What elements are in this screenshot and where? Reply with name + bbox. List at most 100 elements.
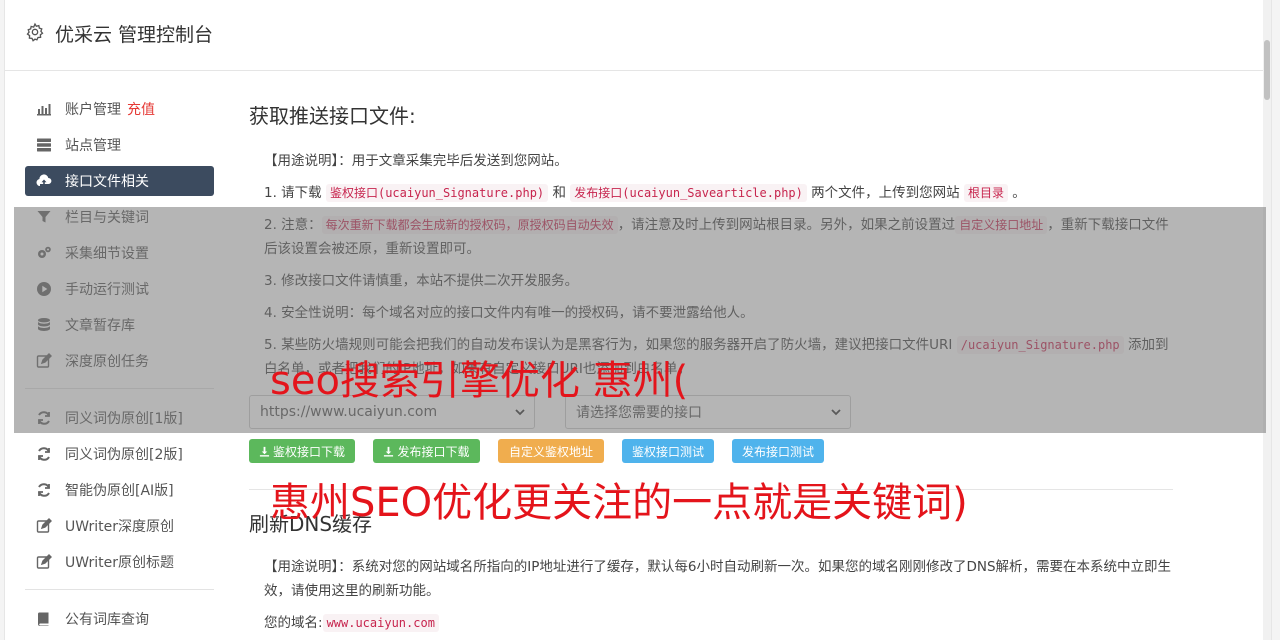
dns-usage-label: 【用途说明】: [264, 559, 339, 575]
sidebar-item-label: 采集细节设置: [65, 246, 149, 262]
test-publish-button[interactable]: 发布接口测试: [732, 439, 824, 463]
sidebar-item-deep-original[interactable]: 深度原创任务: [25, 346, 214, 376]
download-icon: [384, 446, 394, 457]
sidebar-item-synonym-v1[interactable]: 同义词伪原创[1版]: [25, 403, 214, 433]
sidebar-item-label: 账户管理: [65, 102, 121, 118]
gear-icon: [26, 22, 44, 42]
page-title: 优采云 管理控制台: [55, 24, 214, 46]
sidebar-item-label: UWriter原创标题: [65, 555, 174, 571]
root-dir-code: 根目录: [963, 184, 1008, 202]
main-content: 获取推送接口文件: 【用途说明】：用于文章采集完毕后发送到您网站。 1. 请下载…: [249, 100, 1173, 640]
step-2: 2. 注意： 每次重新下载都会生成新的授权码，原授权码自动失效 ，请注意及时上传到网…: [249, 213, 1173, 261]
sidebar-item-article-store[interactable]: 文章暂存库: [25, 310, 214, 340]
edit-icon: [36, 554, 52, 570]
step-1: 1. 请下载 鉴权接口(ucaiyun_Signature.php) 和 发布接…: [249, 181, 1173, 205]
button-row: 鉴权接口下载 发布接口下载 自定义鉴权地址 鉴权接口测试 发布接口测试: [249, 439, 1173, 463]
sidebar-item-label: 同义词伪原创[2版]: [65, 447, 183, 463]
sidebar-item-ai-rewrite[interactable]: 智能伪原创[AI版]: [25, 475, 214, 505]
step-3: 3. 修改接口文件请慎重，本站不提供二次开发服务。: [264, 273, 579, 289]
custom-api-address-code: 自定义接口地址: [955, 216, 1048, 234]
sidebar-item-synonym-v2[interactable]: 同义词伪原创[2版]: [25, 439, 214, 469]
sidebar-item-uwriter-title[interactable]: UWriter原创标题: [25, 547, 214, 577]
refresh-icon: [36, 410, 52, 426]
step-5: 5. 某些防火墙规则可能会把我们的自动发布误认为是黑客行为，如果您的服务器开启了…: [249, 333, 1173, 381]
edit-icon: [36, 353, 52, 369]
sidebar-item-sites[interactable]: 站点管理: [25, 130, 214, 160]
refresh-icon: [36, 482, 52, 498]
sidebar-divider: [25, 589, 214, 590]
scrollbar-thumb[interactable]: [1264, 40, 1270, 100]
usage-note: 【用途说明】：用于文章采集完毕后发送到您网站。: [249, 149, 1173, 173]
cloud-upload-icon: [36, 173, 52, 189]
signature-uri-code: /ucaiyun_Signature.php: [956, 336, 1124, 354]
sidebar-item-label: 智能伪原创[AI版]: [65, 483, 174, 499]
domain-label: 您的域名:: [264, 615, 323, 631]
page-scrollbar[interactable]: [1263, 0, 1271, 640]
publish-api-filename: (ucaiyun_Savearticle.php): [622, 186, 803, 200]
section-title-api-files: 获取推送接口文件:: [249, 104, 416, 128]
sidebar-item-label: 接口文件相关: [65, 174, 149, 190]
button-label: 发布接口下载: [397, 444, 470, 459]
sidebar-item-label: 栏目与关键词: [65, 210, 149, 226]
custom-sign-button[interactable]: 自定义鉴权地址: [498, 439, 604, 463]
test-sign-button[interactable]: 鉴权接口测试: [622, 439, 714, 463]
app-header: 优采云 管理控制台: [5, 0, 1271, 71]
api-select-value: 请选择您需要的接口: [576, 405, 702, 421]
sidebar-item-account[interactable]: 账户管理 充值: [25, 94, 214, 124]
sidebar-item-collect-settings[interactable]: 采集细节设置: [25, 238, 214, 268]
sidebar-item-label: 同义词伪原创[1版]: [65, 411, 183, 427]
sidebar-item-api-files[interactable]: 接口文件相关: [25, 166, 214, 196]
domain-row: 您的域名: www.ucaiyun.com: [249, 611, 1173, 635]
api-select[interactable]: 请选择您需要的接口: [565, 395, 851, 429]
sign-api-link-label: 鉴权接口: [329, 186, 378, 200]
play-circle-icon: [36, 281, 52, 297]
bar-chart-icon: [36, 101, 52, 117]
step-1-text: 。: [1008, 185, 1026, 201]
step-2-text: ，请注意及时上传到网站根目录。另外，如果之前设置过: [617, 217, 956, 233]
download-sign-button[interactable]: 鉴权接口下载: [249, 439, 355, 463]
site-select[interactable]: https://www.ucaiyun.com: [249, 395, 535, 429]
section-divider: [249, 489, 1173, 490]
sidebar-item-manual-run[interactable]: 手动运行测试: [25, 274, 214, 304]
chevron-down-icon: [831, 409, 841, 416]
button-label: 鉴权接口下载: [272, 444, 345, 459]
step-2-text: 2. 注意：: [264, 217, 322, 233]
sidebar-item-categories[interactable]: 栏目与关键词: [25, 202, 214, 232]
publish-api-link[interactable]: 发布接口(ucaiyun_Savearticle.php): [570, 184, 807, 202]
step-1-text: 和: [548, 185, 571, 201]
dns-usage-note: 【用途说明】：系统对您的网站域名所指向的IP地址进行了缓存，默认每6小时自动刷新…: [249, 555, 1173, 603]
sidebar-item-label: 文章暂存库: [65, 318, 135, 334]
step-4: 4. 安全性说明：每个域名对应的接口文件内有唯一的授权码，请不要泄露给他人。: [264, 305, 754, 321]
sign-api-filename: (ucaiyun_Signature.php): [377, 186, 545, 200]
sidebar-item-public-lexicon[interactable]: 公有词库查询: [25, 604, 214, 634]
book-icon: [36, 611, 52, 627]
step-1-text: 两个文件，上传到您网站: [806, 185, 964, 201]
usage-text: ：用于文章采集完毕后发送到您网站。: [338, 153, 568, 169]
cogs-icon: [36, 245, 52, 261]
filter-icon: [36, 209, 52, 225]
sign-api-link[interactable]: 鉴权接口(ucaiyun_Signature.php): [325, 184, 549, 202]
download-icon: [259, 446, 270, 457]
server-icon: [36, 137, 52, 153]
sidebar-item-label: UWriter深度原创: [65, 519, 174, 535]
sidebar-divider: [25, 388, 214, 389]
sidebar-item-label: 深度原创任务: [65, 354, 149, 370]
database-icon: [36, 317, 52, 333]
select-row: https://www.ucaiyun.com 请选择您需要的接口: [249, 395, 1173, 429]
sidebar-item-uwriter-deep[interactable]: UWriter深度原创: [25, 511, 214, 541]
section-title-dns: 刷新DNS缓存: [249, 512, 373, 536]
auth-code-warning: 每次重新下载都会生成新的授权码，原授权码自动失效: [321, 216, 618, 234]
recharge-link[interactable]: 充值: [127, 99, 155, 119]
sidebar-item-label: 手动运行测试: [65, 282, 149, 298]
refresh-icon: [36, 446, 52, 462]
sidebar-item-label: 站点管理: [65, 138, 121, 154]
dns-usage-text: ：系统对您的网站域名所指向的IP地址进行了缓存，默认每6小时自动刷新一次。如果您…: [264, 559, 1172, 599]
site-select-value: https://www.ucaiyun.com: [260, 404, 438, 420]
sidebar-item-label: 公有词库查询: [65, 612, 149, 628]
download-publish-button[interactable]: 发布接口下载: [373, 439, 480, 463]
app-frame: 优采云 管理控制台 账户管理 充值 站点管理 接口文件相关 栏目与关键词 采集细…: [4, 0, 1272, 640]
domain-value: www.ucaiyun.com: [322, 614, 439, 632]
usage-label: 【用途说明】: [264, 153, 339, 169]
step-1-text: 1. 请下载: [264, 185, 326, 201]
sidebar: 账户管理 充值 站点管理 接口文件相关 栏目与关键词 采集细节设置 手动运行测试…: [25, 94, 214, 640]
